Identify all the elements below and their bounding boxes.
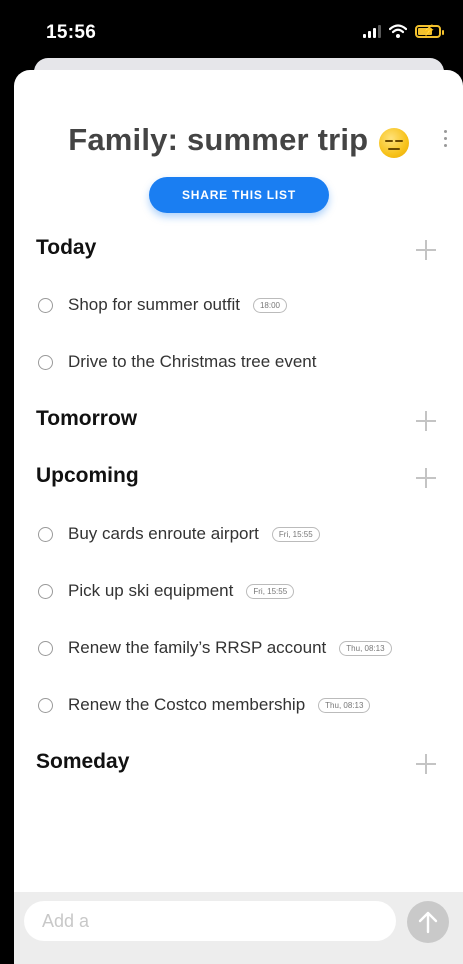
section-title: Someday — [36, 750, 130, 773]
section-title: Tomorrow — [36, 407, 138, 430]
task-item[interactable]: Renew the Costco membership Thu, 08:13 — [38, 692, 448, 718]
task-time-badge: 18:00 — [252, 297, 287, 313]
task-time-badge: Thu, 08:13 — [318, 697, 371, 713]
page-title: Family: summer trip — [68, 122, 369, 157]
task-time-badge: Fri, 15:55 — [246, 583, 295, 599]
task-checkbox[interactable] — [38, 697, 53, 713]
section-header-someday: Someday — [36, 750, 446, 780]
task-text[interactable]: Renew the family’s RRSP account — [68, 638, 326, 658]
task-checkbox[interactable] — [38, 526, 53, 542]
send-button[interactable] — [407, 901, 449, 943]
list-sheet: Family: summer trip SHARE THIS LIST Toda… — [14, 70, 463, 964]
task-item[interactable]: Shop for summer outfit 18:00 — [38, 292, 448, 318]
task-checkbox[interactable] — [38, 354, 53, 370]
task-checkbox[interactable] — [38, 640, 53, 656]
task-text[interactable]: Drive to the Christmas tree event — [68, 352, 316, 372]
battery-charging-icon: ⚡ — [415, 24, 444, 38]
add-task-plus-icon[interactable] — [416, 240, 436, 260]
expressionless-face-icon — [378, 127, 409, 158]
task-checkbox[interactable] — [38, 297, 53, 313]
add-task-plus-icon[interactable] — [416, 754, 436, 774]
task-item[interactable]: Buy cards enroute airport Fri, 15:55 — [38, 521, 448, 547]
task-item[interactable]: Renew the family’s RRSP account Thu, 08:… — [38, 635, 448, 661]
section-title: Today — [36, 236, 97, 259]
section-header-today: Today — [36, 236, 446, 266]
wifi-icon — [389, 24, 407, 38]
section-header-upcoming: Upcoming — [36, 464, 446, 494]
section-header-tomorrow: Tomorrow — [36, 407, 446, 437]
add-task-input[interactable] — [24, 901, 396, 941]
task-item[interactable]: Drive to the Christmas tree event — [38, 349, 448, 375]
task-text[interactable]: Shop for summer outfit — [68, 295, 240, 315]
status-icons: ⚡ — [363, 24, 444, 38]
task-time-badge: Thu, 08:13 — [339, 640, 392, 656]
task-item[interactable]: Pick up ski equipment Fri, 15:55 — [38, 578, 448, 604]
add-task-plus-icon[interactable] — [416, 411, 436, 431]
task-time-badge: Fri, 15:55 — [271, 526, 320, 542]
title-row: Family: summer trip — [14, 122, 463, 158]
task-text[interactable]: Pick up ski equipment — [68, 581, 233, 601]
arrow-up-icon — [418, 911, 438, 934]
task-text[interactable]: Renew the Costco membership — [68, 695, 305, 715]
more-vertical-icon[interactable] — [444, 130, 447, 147]
add-task-plus-icon[interactable] — [416, 468, 436, 488]
share-list-button[interactable]: SHARE THIS LIST — [149, 177, 329, 213]
section-title: Upcoming — [36, 464, 139, 487]
task-text[interactable]: Buy cards enroute airport — [68, 524, 259, 544]
task-checkbox[interactable] — [38, 583, 53, 599]
status-time: 15:56 — [46, 22, 97, 43]
cellular-signal-icon — [363, 24, 381, 38]
composer-bar — [14, 892, 463, 964]
